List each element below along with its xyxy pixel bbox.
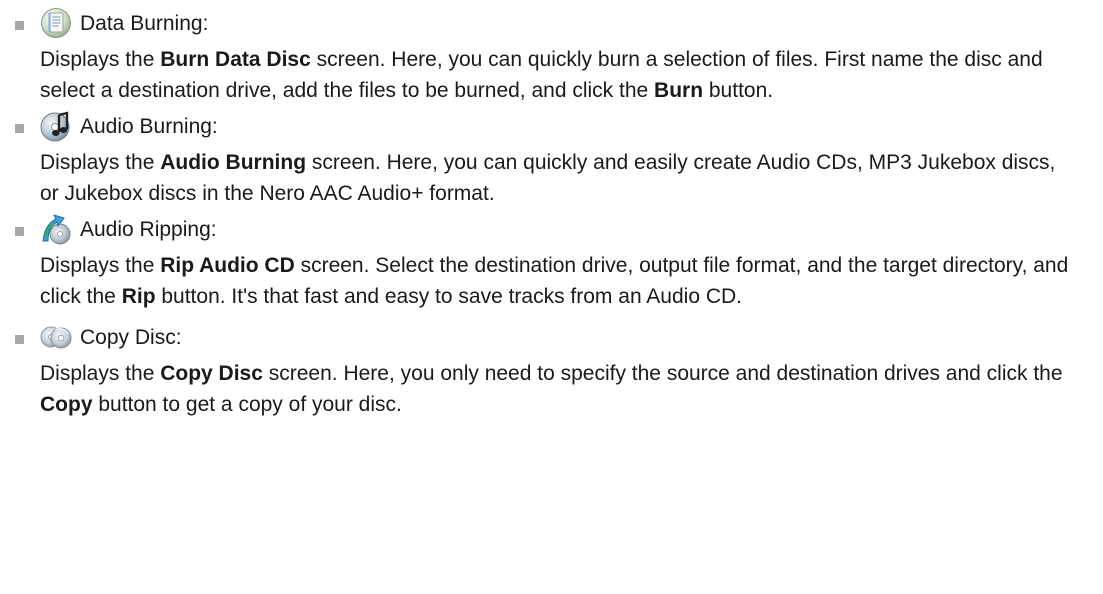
list-item-header: Copy Disc:: [0, 321, 1103, 355]
list-item: Data Burning: Displays the Burn Data Dis…: [0, 7, 1103, 106]
item-title: Data Burning:: [80, 12, 209, 35]
ui-term: Rip Audio CD: [160, 254, 295, 277]
list-item-header: Audio Ripping:: [0, 213, 1103, 247]
ui-term: Copy: [40, 393, 93, 416]
list-item-header: Data Burning:: [0, 7, 1103, 41]
text-run: Displays the: [40, 254, 161, 277]
list-item: Audio Burning: Displays the Audio Burnin…: [0, 110, 1103, 209]
text-run: button.: [703, 79, 774, 102]
item-description: Displays the Rip Audio CD screen. Select…: [0, 250, 1103, 312]
ui-term: Burn Data Disc: [160, 48, 311, 71]
ui-term: Rip: [121, 285, 156, 308]
text-run: screen. Here, you only need to specify t…: [262, 362, 1063, 385]
item-title: Copy Disc:: [80, 326, 182, 349]
text-run: Displays the: [40, 151, 161, 174]
item-title: Audio Ripping:: [80, 218, 217, 241]
list-item-header: Audio Burning:: [0, 110, 1103, 144]
item-title: Audio Burning:: [80, 115, 218, 138]
square-bullet-icon: [15, 335, 24, 344]
document-body: Data Burning: Displays the Burn Data Dis…: [0, 0, 1103, 420]
item-description: Displays the Copy Disc screen. Here, you…: [0, 358, 1103, 420]
ui-term: Audio Burning: [160, 151, 307, 174]
copy-disc-icon: [40, 321, 72, 353]
square-bullet-icon: [15, 227, 24, 236]
audio-rip-icon: [40, 213, 72, 245]
text-run: Displays the: [40, 362, 161, 385]
text-run: button to get a copy of your disc.: [92, 393, 402, 416]
list-item: Copy Disc: Displays the Copy Disc screen…: [0, 321, 1103, 420]
list-item: Audio Ripping: Displays the Rip Audio CD…: [0, 213, 1103, 312]
square-bullet-icon: [15, 21, 24, 30]
ui-term: Copy Disc: [160, 362, 263, 385]
item-description: Displays the Audio Burning screen. Here,…: [0, 147, 1103, 209]
square-bullet-icon: [15, 124, 24, 133]
text-run: button. It's that fast and easy to save …: [155, 285, 743, 308]
ui-term: Burn: [654, 79, 704, 102]
item-description: Displays the Burn Data Disc screen. Here…: [0, 44, 1103, 106]
audio-disc-icon: [40, 110, 72, 142]
text-run: Displays the: [40, 48, 161, 71]
data-disc-icon: [40, 7, 72, 39]
